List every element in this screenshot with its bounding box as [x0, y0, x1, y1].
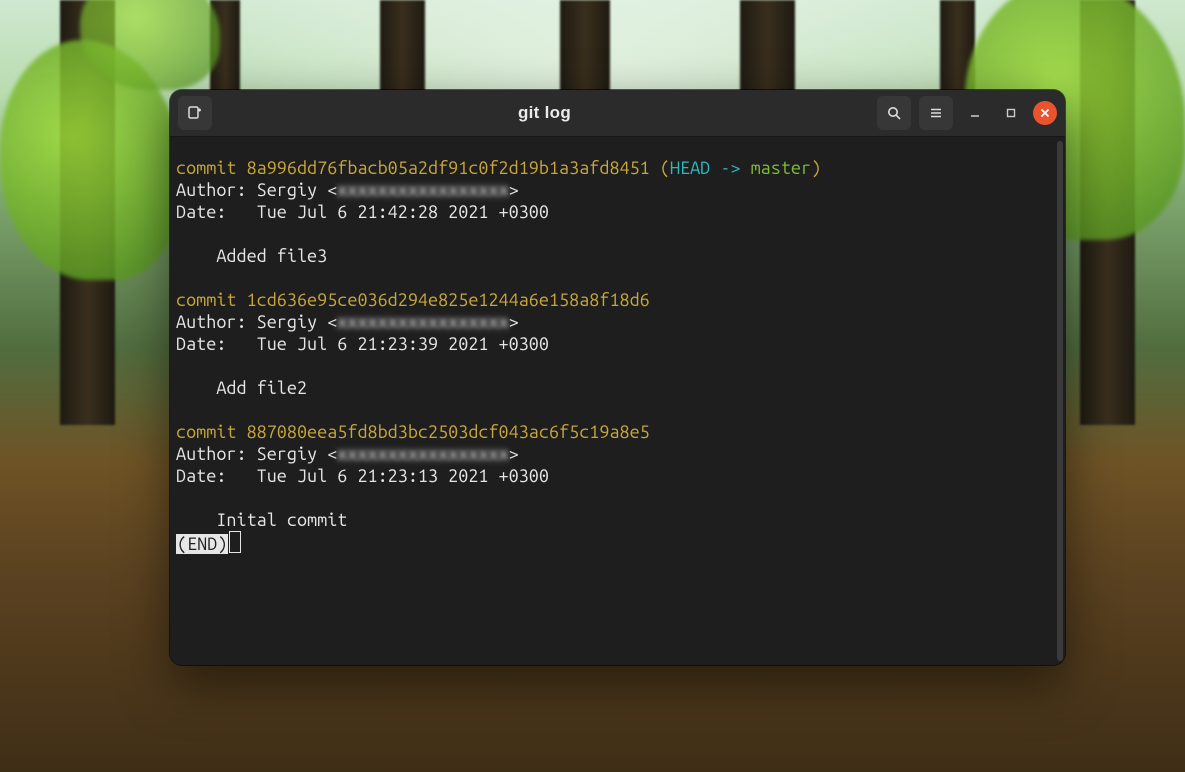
ref-branch: master [751, 158, 811, 178]
redacted-email: xxxxxxxxxxxxxxxxx [337, 444, 508, 464]
minimize-icon [969, 107, 981, 119]
maximize-icon [1005, 107, 1017, 119]
search-button[interactable] [877, 96, 911, 130]
ref-head: HEAD -> [670, 158, 751, 178]
close-button[interactable] [1033, 101, 1057, 125]
date-line: Date: Tue Jul 6 21:23:13 2021 +0300 [176, 466, 549, 486]
redacted-email: xxxxxxxxxxxxxxxxx [337, 180, 508, 200]
date-line: Date: Tue Jul 6 21:23:39 2021 +0300 [176, 334, 549, 354]
minimize-button[interactable] [961, 96, 989, 130]
close-icon [1040, 108, 1050, 118]
redacted-email: xxxxxxxxxxxxxxxxx [337, 312, 508, 332]
commit-line: commit 1cd636e95ce036d294e825e1244a6e158… [176, 290, 650, 310]
pager-end: (END) [176, 534, 228, 554]
terminal-output[interactable]: commit 8a996dd76fbacb05a2df91c0f2d19b1a3… [170, 137, 1065, 665]
search-icon [886, 105, 902, 121]
commit-message: Added file3 [176, 246, 327, 266]
date-line: Date: Tue Jul 6 21:42:28 2021 +0300 [176, 202, 549, 222]
titlebar: git log [170, 90, 1065, 137]
commit-message: Add file2 [176, 378, 307, 398]
desktop-background: git log [0, 0, 1185, 772]
author-line: Author: Sergiy <xxxxxxxxxxxxxxxxx> [176, 312, 519, 332]
commit-line: commit 887080eea5fd8bd3bc2503dcf043ac6f5… [176, 422, 650, 442]
new-tab-button[interactable] [178, 96, 212, 130]
hamburger-icon [928, 105, 944, 121]
author-line: Author: Sergiy <xxxxxxxxxxxxxxxxx> [176, 180, 519, 200]
terminal-cursor [229, 531, 241, 553]
window-title: git log [220, 103, 869, 123]
author-line: Author: Sergiy <xxxxxxxxxxxxxxxxx> [176, 444, 519, 464]
menu-button[interactable] [919, 96, 953, 130]
maximize-button[interactable] [997, 96, 1025, 130]
commit-line: commit 8a996dd76fbacb05a2df91c0f2d19b1a3… [176, 158, 670, 178]
commit-message: Inital commit [176, 510, 347, 530]
terminal-window: git log [170, 90, 1065, 665]
